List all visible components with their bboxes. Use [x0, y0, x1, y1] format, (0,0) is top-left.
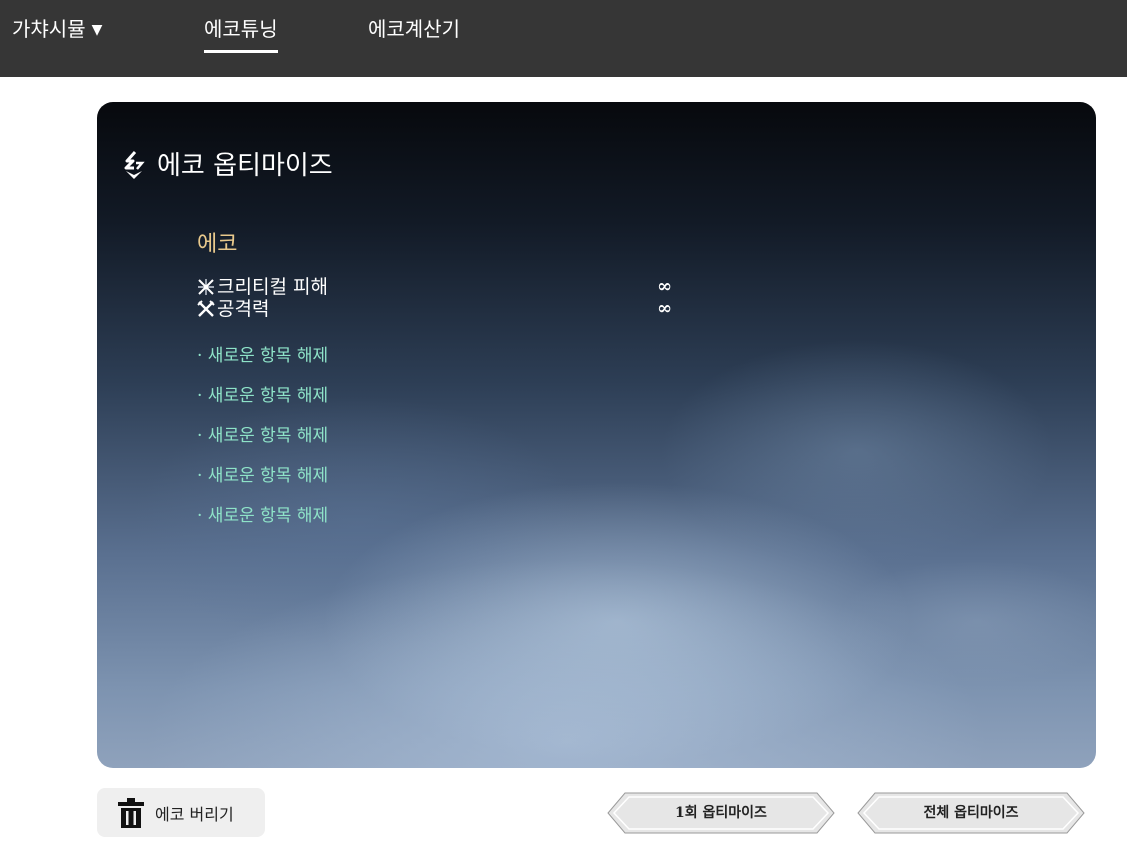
nav-tab-echo-calculator-label: 에코계산기 [368, 17, 460, 41]
top-nav-bar: 가챠시뮬 ▼ 에코튜닝 에코계산기 [0, 0, 1127, 77]
echo-heading: 에코 [197, 232, 238, 257]
unlock-slot: · 새로운 항목 해제 [197, 506, 329, 526]
caret-down-icon: ▼ [91, 22, 103, 38]
nav-tab-echo-calculator[interactable]: 에코계산기 [368, 14, 460, 48]
attack-icon [197, 300, 215, 317]
panel-title: 에코 옵티마이즈 [121, 148, 333, 184]
nav-gacha-dropdown[interactable]: 가챠시뮬 ▼ [12, 14, 102, 48]
nav-gacha-label: 가챠시뮬 [12, 17, 86, 41]
nav-tab-echo-tuning-label: 에코튜닝 [204, 17, 278, 41]
stat-name: 크리티컬 피해 [217, 276, 328, 298]
stat-value: ∞ [657, 298, 672, 319]
nav-tab-echo-tuning[interactable]: 에코튜닝 [204, 14, 278, 53]
stat-value: ∞ [657, 276, 672, 297]
crit-damage-icon [198, 279, 214, 295]
optimize-all-label: 전체 옵티마이즈 [923, 805, 1019, 821]
optimize-once-label: 1회 옵티마이즈 [675, 805, 767, 821]
stat-name: 공격력 [217, 298, 270, 320]
discard-echo-label: 에코 버리기 [155, 804, 234, 824]
stat-row-crit-damage: 크리티컬 피해 ∞ [197, 276, 677, 298]
echo-optimize-panel: 에코 옵티마이즈 에코 크리티컬 피해 ∞ 공격력 ∞ · 새로운 항목 해제 … [97, 102, 1096, 768]
panel-title-text: 에코 옵티마이즈 [157, 151, 333, 181]
trash-icon [118, 797, 144, 828]
stat-row-attack: 공격력 ∞ [197, 298, 677, 320]
unlock-slot: · 새로운 항목 해제 [197, 346, 329, 366]
discard-echo-button[interactable]: 에코 버리기 [97, 788, 265, 837]
tuner-icon [124, 151, 145, 179]
optimize-once-button[interactable]: 1회 옵티마이즈 [607, 792, 835, 834]
optimize-all-button[interactable]: 전체 옵티마이즈 [857, 792, 1085, 834]
unlock-slot: · 새로운 항목 해제 [197, 386, 329, 406]
unlock-slot: · 새로운 항목 해제 [197, 466, 329, 486]
unlock-slot: · 새로운 항목 해제 [197, 426, 329, 446]
